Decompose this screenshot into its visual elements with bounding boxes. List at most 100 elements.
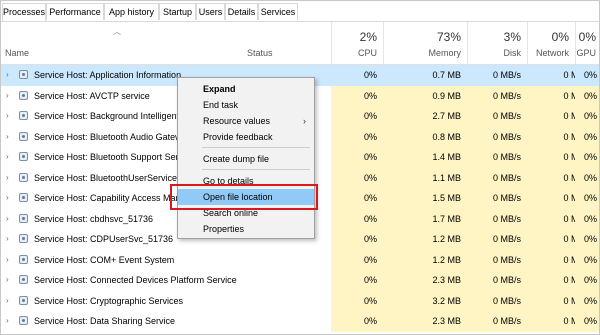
column-cpu[interactable]: 2% CPU <box>331 22 383 64</box>
cpu-cell: 0% <box>331 126 383 147</box>
process-name: Service Host: Cryptographic Services <box>34 295 184 306</box>
expand-chevron-icon[interactable]: › <box>6 188 9 209</box>
column-status[interactable]: Status <box>247 48 273 58</box>
column-name[interactable]: Name <box>5 48 29 58</box>
expand-chevron-icon[interactable]: › <box>6 311 9 332</box>
context-menu: Expand End task Resource values › Provide… <box>177 77 315 239</box>
gpu-cell: 0% <box>575 229 599 250</box>
cpu-cell: 0% <box>331 65 383 86</box>
memory-cell: 0.9 MB <box>383 85 467 106</box>
cpu-cell: 0% <box>331 229 383 250</box>
cpu-total: 2% <box>359 30 377 44</box>
tab-users[interactable]: Users <box>196 3 225 20</box>
expand-chevron-icon[interactable]: › <box>6 106 9 127</box>
menu-item-expand[interactable]: Expand <box>178 81 314 97</box>
cpu-cell: 0% <box>331 147 383 168</box>
gpu-label: GPU <box>576 48 596 58</box>
gpu-total: 0% <box>578 30 596 44</box>
expand-chevron-icon[interactable]: › <box>6 147 9 168</box>
network-label: Network <box>535 48 569 58</box>
sort-caret-icon: ︿ <box>113 27 121 36</box>
memory-cell: 1.5 MB <box>383 188 467 209</box>
tab-details[interactable]: Details <box>225 3 258 20</box>
expand-chevron-icon[interactable]: › <box>6 250 9 271</box>
cpu-cell: 0% <box>331 290 383 311</box>
gpu-cell: 0% <box>575 249 599 270</box>
task-manager-window: Processes Performance App history Startu… <box>0 0 600 335</box>
memory-cell: 1.7 MB <box>383 208 467 229</box>
expand-chevron-icon[interactable]: › <box>6 86 9 107</box>
gpu-cell: 0% <box>575 65 599 86</box>
memory-total: 73% <box>436 30 461 44</box>
expand-chevron-icon[interactable]: › <box>6 270 9 291</box>
disk-cell: 0 MB/s <box>467 126 527 147</box>
service-gear-icon <box>19 275 28 284</box>
memory-cell: 2.7 MB <box>383 106 467 127</box>
service-gear-icon <box>19 131 28 141</box>
process-name: Service Host: cbdhsvc_51736 <box>34 213 154 224</box>
gpu-cell: 0% <box>575 147 599 168</box>
disk-cell: 0 MB/s <box>467 311 527 332</box>
column-header: ︿ Name Status 2% CPU 73% Memory 3% Disk … <box>1 22 599 65</box>
service-gear-icon <box>19 111 28 120</box>
process-name: Service Host: BluetoothUserService_5 <box>34 172 188 183</box>
memory-cell: 2.3 MB <box>383 311 467 332</box>
menu-separator <box>202 169 310 170</box>
cpu-cell: 0% <box>331 85 383 106</box>
cpu-cell: 0% <box>331 167 383 188</box>
expand-chevron-icon[interactable]: › <box>6 127 9 148</box>
cpu-cell: 0% <box>331 106 383 127</box>
process-name: Service Host: COM+ Event System <box>34 254 175 265</box>
service-gear-icon <box>19 152 28 161</box>
memory-cell: 1.2 MB <box>383 229 467 250</box>
table-row[interactable]: › Service Host: Connected Devices Platfor… <box>1 270 599 291</box>
process-name: Service Host: Data Sharing Service <box>34 316 176 326</box>
disk-label: Disk <box>503 48 522 58</box>
tab-performance[interactable]: Performance <box>46 3 104 20</box>
process-name: Service Host: Bluetooth Support Serv <box>34 152 184 162</box>
disk-total: 3% <box>503 30 521 44</box>
table-row[interactable]: › Service Host: COM+ Event System 0% 1.2 MB… <box>1 249 599 271</box>
tab-startup[interactable]: Startup <box>159 3 196 20</box>
menu-separator <box>202 147 310 148</box>
column-network[interactable]: 0% Network <box>527 22 575 64</box>
disk-cell: 0 MB/s <box>467 208 527 229</box>
gpu-cell: 0% <box>575 106 599 127</box>
memory-cell: 1.4 MB <box>383 147 467 168</box>
memory-cell: 1.2 MB <box>383 249 467 270</box>
column-gpu[interactable]: 0% GPU <box>575 22 599 64</box>
cpu-cell: 0% <box>331 311 383 332</box>
tab-services[interactable]: Services <box>258 3 298 20</box>
gpu-cell: 0% <box>575 270 599 291</box>
menu-properties-label: Properties <box>203 224 245 234</box>
expand-chevron-icon[interactable]: › <box>6 291 9 312</box>
menu-item-resource-values[interactable]: Resource values › <box>178 113 314 129</box>
expand-chevron-icon[interactable]: › <box>6 209 9 230</box>
process-name: Service Host: Capability Access Man <box>34 193 181 203</box>
expand-chevron-icon[interactable]: › <box>6 229 9 250</box>
menu-item-properties[interactable]: Properties <box>178 221 314 237</box>
table-row[interactable]: › Service Host: Cryptographic Services 0% 3… <box>1 290 599 312</box>
service-gear-icon <box>19 316 28 325</box>
menu-item-create-dump[interactable]: Create dump file <box>178 151 314 167</box>
menu-create-dump-label: Create dump file <box>203 154 270 164</box>
tab-app-history[interactable]: App history <box>104 3 159 20</box>
menu-item-end-task[interactable]: End task <box>178 97 314 113</box>
disk-cell: 0 MB/s <box>467 106 527 127</box>
table-row[interactable]: › Service Host: Data Sharing Service 0% 2.3… <box>1 311 599 332</box>
gpu-cell: 0% <box>575 188 599 209</box>
cpu-cell: 0% <box>331 249 383 270</box>
expand-chevron-icon[interactable]: › <box>6 65 9 86</box>
disk-cell: 0 MB/s <box>467 65 527 86</box>
tab-processes[interactable]: Processes <box>2 3 46 21</box>
menu-item-provide-feedback[interactable]: Provide feedback <box>178 129 314 145</box>
memory-cell: 2.3 MB <box>383 270 467 291</box>
cpu-cell: 0% <box>331 270 383 291</box>
expand-chevron-icon[interactable]: › <box>6 168 9 189</box>
cpu-cell: 0% <box>331 208 383 229</box>
menu-expand-label: Expand <box>203 84 236 94</box>
column-memory[interactable]: 73% Memory <box>383 22 467 64</box>
service-gear-icon <box>19 254 28 264</box>
column-disk[interactable]: 3% Disk <box>467 22 527 64</box>
gpu-cell: 0% <box>575 167 599 188</box>
